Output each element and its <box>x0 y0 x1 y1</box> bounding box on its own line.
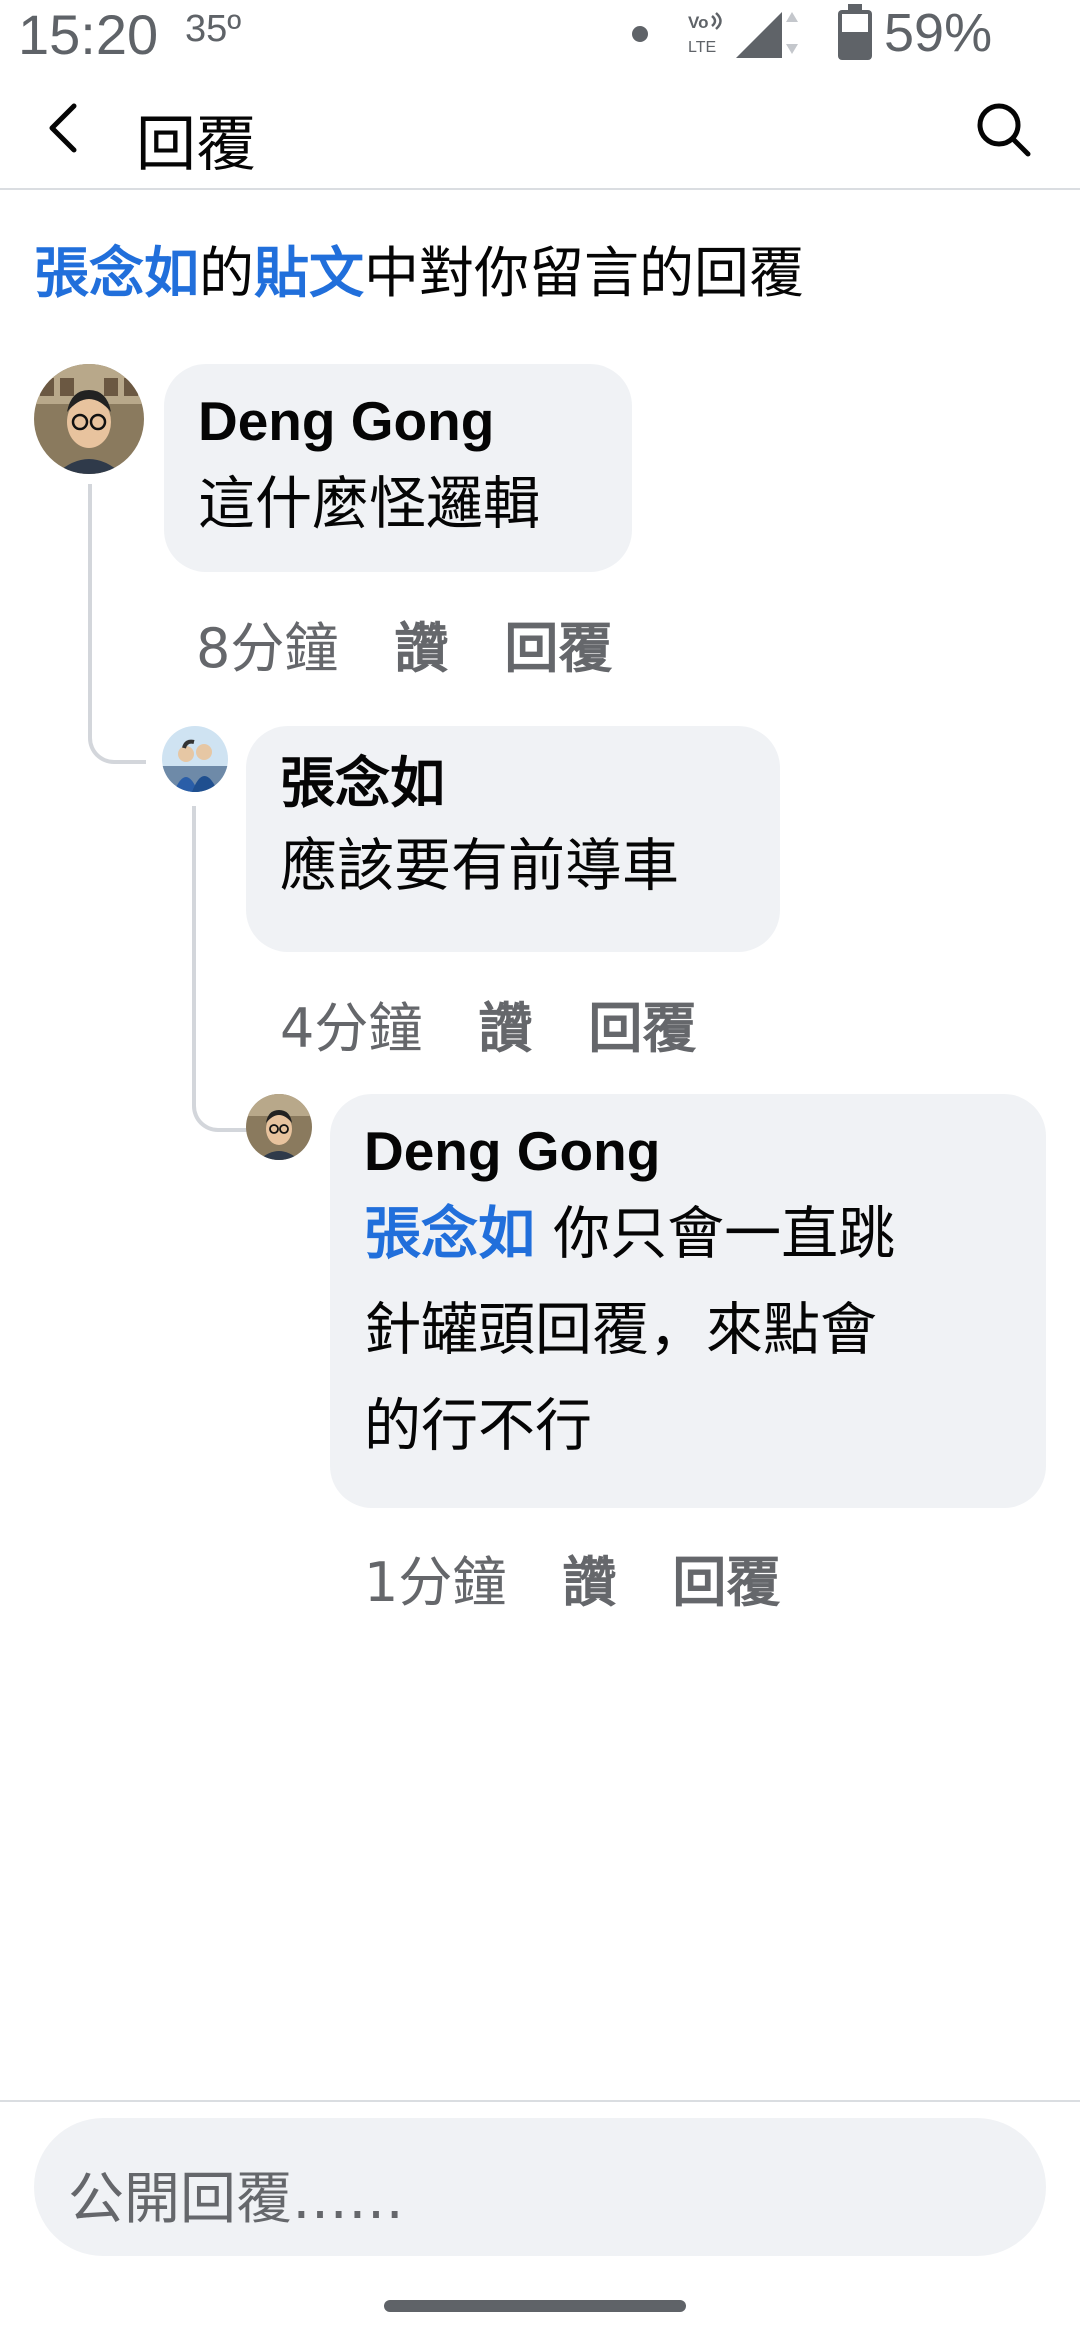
status-time: 15:20 <box>18 3 159 66</box>
like-button[interactable]: 讚 <box>394 617 448 680</box>
comment-bubble[interactable]: Deng Gong 張念如 你只會一直跳 針罐頭回覆，來點會 的行不行 <box>330 1094 1046 1508</box>
thread-connector <box>192 806 250 1132</box>
comment-text-line: 的行不行 <box>364 1393 592 1459</box>
comment-time: 1分鐘 <box>364 1551 507 1614</box>
comment-bubble[interactable]: 張念如 應該要有前導車 <box>246 726 780 952</box>
mention-link[interactable]: 張念如 <box>364 1201 535 1267</box>
post-link[interactable]: 貼文 <box>254 241 364 305</box>
reply-composer[interactable]: 公開回覆…… <box>34 2118 1046 2256</box>
comment-time: 4分鐘 <box>280 997 423 1060</box>
comment-text-line: 針罐頭回覆，來點會 <box>364 1297 877 1363</box>
volte-icon: Vo LTE <box>688 12 722 56</box>
comment-author[interactable]: Deng Gong <box>364 1116 1010 1186</box>
reply-button[interactable]: 回覆 <box>672 1551 780 1614</box>
page-title: 回覆 <box>136 110 256 180</box>
status-temperature: 35º <box>185 8 242 50</box>
comment-author[interactable]: Deng Gong <box>198 386 596 456</box>
like-button[interactable]: 讚 <box>478 997 532 1060</box>
divider <box>0 2100 1080 2102</box>
comment-meta: 1分鐘讚回覆 <box>364 1538 836 1617</box>
post-author-link[interactable]: 張念如 <box>34 241 199 305</box>
svg-text:Vo: Vo <box>688 13 708 32</box>
comment-time: 8分鐘 <box>196 617 339 680</box>
avatar[interactable] <box>34 364 144 474</box>
avatar[interactable] <box>162 726 228 792</box>
comment-meta: 8分鐘讚回覆 <box>196 604 668 683</box>
thread-connector <box>88 484 146 764</box>
like-button[interactable]: 讚 <box>562 1551 616 1614</box>
search-icon[interactable] <box>972 98 1036 162</box>
signal-icon <box>736 12 798 58</box>
home-indicator[interactable] <box>384 2300 686 2312</box>
notification-dot-icon <box>632 26 648 42</box>
chevron-left-icon[interactable] <box>34 96 98 160</box>
context-connector: 的 <box>199 241 255 305</box>
reply-button[interactable]: 回覆 <box>588 997 696 1060</box>
battery-percent: 59% <box>884 3 993 63</box>
comment-text: 應該要有前導車 <box>280 833 679 899</box>
battery-icon <box>838 4 872 60</box>
context-line: 張念如的貼文中對你留言的回覆 <box>34 228 804 308</box>
reply-input[interactable]: 公開回覆…… <box>68 2154 404 2235</box>
comment-bubble[interactable]: Deng Gong 這什麼怪邏輯 <box>164 364 632 572</box>
comment-text: 張念如 你只會一直跳 針罐頭回覆，來點會 的行不行 <box>364 1186 1010 1474</box>
comment-author[interactable]: 張念如 <box>280 748 744 818</box>
context-rest: 中對你留言的回覆 <box>364 241 805 305</box>
status-bar: 15:20 35º Vo LTE 59% <box>0 0 1080 70</box>
svg-text:LTE: LTE <box>688 39 716 56</box>
comment-text: 這什麼怪邏輯 <box>198 471 540 537</box>
top-app-bar: 回覆 <box>0 70 1080 190</box>
comment-meta: 4分鐘讚回覆 <box>280 984 752 1063</box>
avatar[interactable] <box>246 1094 312 1160</box>
comment-text-line: 你只會一直跳 <box>535 1201 896 1267</box>
reply-button[interactable]: 回覆 <box>504 617 612 680</box>
